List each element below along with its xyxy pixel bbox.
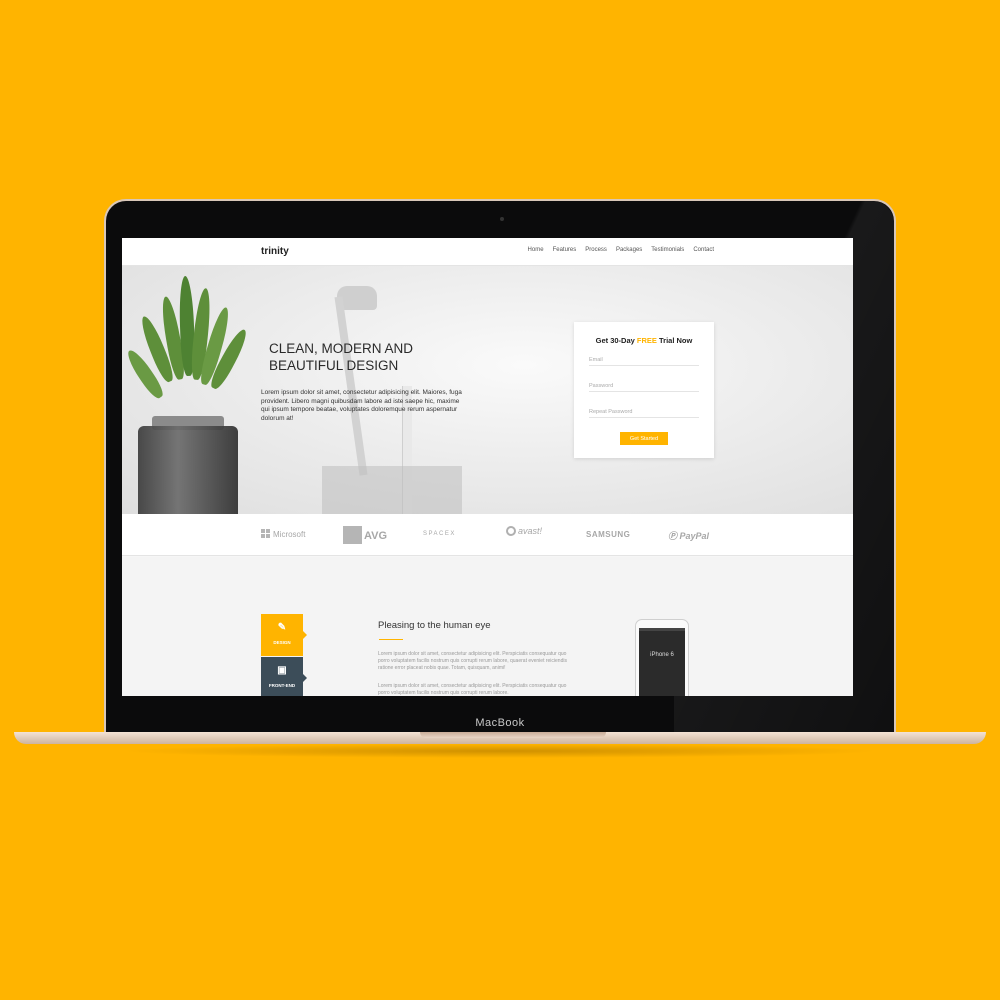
- website-screen: trinity Home Features Process Packages T…: [122, 238, 853, 696]
- phone-label: iPhone 6: [650, 652, 674, 658]
- get-started-button[interactable]: Get Started: [620, 432, 668, 445]
- nav-link-features[interactable]: Features: [553, 247, 577, 253]
- feature-paragraph-1: Lorem ipsum dolor sit amet, consectetur …: [378, 651, 567, 671]
- tab-design-label: DESIGN: [273, 640, 291, 645]
- nav-link-process[interactable]: Process: [585, 247, 607, 253]
- laptop-base: [14, 732, 986, 744]
- trial-free-highlight: FREE: [636, 336, 657, 345]
- avast-icon: [506, 526, 516, 536]
- client-logos-bar: Microsoft AVG SPACEX avast! SAMSUNG Ⓟ Pa…: [122, 514, 853, 556]
- tab-design[interactable]: ✎ DESIGN: [261, 614, 307, 656]
- desk-shadow-image: [322, 466, 462, 514]
- feature-paragraph-2: Lorem ipsum dolor sit amet, consectetur …: [378, 683, 567, 696]
- avg-icon: [343, 526, 362, 544]
- pencil-icon: ✎: [277, 622, 287, 633]
- hero-title: CLEAN, MODERN AND BEAUTIFUL DESIGN: [269, 340, 469, 374]
- trial-title: Get 30-Day FREE Trial Now: [595, 336, 693, 345]
- nav-link-contact[interactable]: Contact: [693, 247, 714, 253]
- plant-image: [122, 266, 272, 514]
- phone-screen: iPhone 6: [639, 628, 685, 696]
- features-section: ✎ DESIGN ▣ FRONT-END Pleasing to the hum…: [122, 557, 853, 696]
- samsung-logo: SAMSUNG: [586, 530, 631, 539]
- lamp-stand-image: [334, 296, 368, 476]
- paypal-icon: Ⓟ: [668, 531, 678, 541]
- hero-title-line2: BEAUTIFUL DESIGN: [269, 358, 399, 373]
- phone-mockup: iPhone 6: [635, 619, 689, 696]
- base-notch: [420, 732, 606, 738]
- tab-front-end[interactable]: ▣ FRONT-END: [261, 657, 307, 696]
- navbar: trinity Home Features Process Packages T…: [122, 238, 853, 266]
- nav-link-home[interactable]: Home: [528, 247, 544, 253]
- phone-status-bar: [639, 628, 685, 631]
- email-field[interactable]: [589, 354, 699, 366]
- hero-title-line1: CLEAN, MODERN AND: [269, 341, 414, 356]
- jar: [138, 426, 238, 514]
- avast-logo: avast!: [506, 526, 542, 536]
- microsoft-logo: Microsoft: [261, 529, 305, 539]
- trial-signup-card: Get 30-Day FREE Trial Now Get Started: [574, 322, 714, 458]
- windows-icon: [261, 529, 270, 538]
- paypal-logo: Ⓟ PayPal: [668, 531, 710, 541]
- nav-link-packages[interactable]: Packages: [616, 247, 642, 253]
- password-field[interactable]: [589, 380, 699, 392]
- brand-logo[interactable]: trinity: [261, 246, 289, 257]
- hero-description: Lorem ipsum dolor sit amet, consectetur …: [261, 389, 462, 422]
- feature-title: Pleasing to the human eye: [378, 620, 491, 631]
- base-shadow: [120, 744, 880, 758]
- hero-section: CLEAN, MODERN AND BEAUTIFUL DESIGN Lorem…: [122, 266, 853, 514]
- device-label: MacBook: [475, 717, 525, 729]
- camera-icon: [500, 217, 504, 221]
- avg-logo: AVG: [343, 526, 387, 544]
- nav-links: Home Features Process Packages Testimoni…: [528, 247, 714, 253]
- monitor-icon: ▣: [277, 665, 287, 676]
- spacex-logo: SPACEX: [423, 531, 456, 537]
- feature-title-underline: [379, 639, 403, 640]
- nav-link-testimonials[interactable]: Testimonials: [651, 247, 684, 253]
- tab-front-end-label: FRONT-END: [268, 683, 296, 688]
- repeat-password-field[interactable]: [589, 406, 699, 418]
